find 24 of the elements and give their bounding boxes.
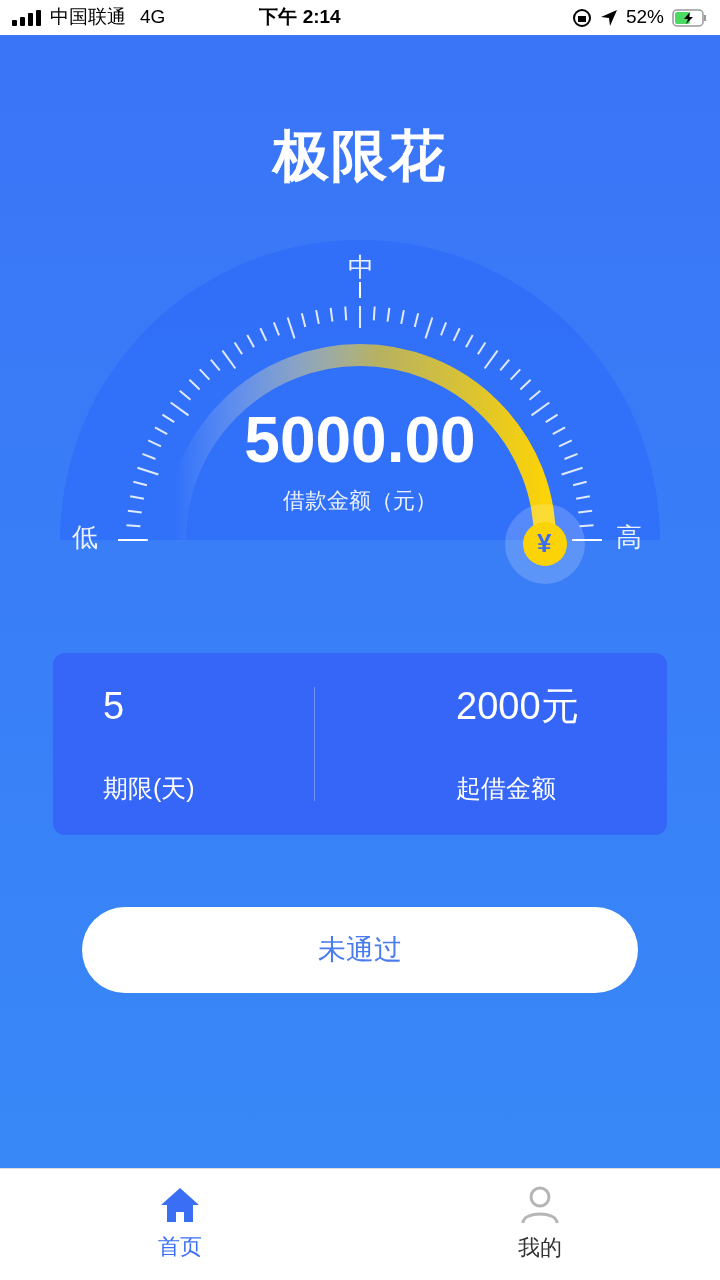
- knob-symbol: ¥: [537, 530, 552, 556]
- info-label: 期限(天): [103, 776, 196, 801]
- info-value: 2000元: [456, 687, 580, 725]
- low-label: 低: [72, 524, 98, 550]
- tab-item[interactable]: 首页: [0, 1169, 360, 1280]
- app-title: 极限花: [273, 128, 447, 184]
- signal-icon: [12, 9, 42, 26]
- network-type: 4G: [140, 5, 166, 30]
- person-icon: [520, 1185, 560, 1225]
- battery-percent: 52%: [625, 5, 664, 30]
- carrier-name: 中国联通: [50, 5, 126, 30]
- loan-amount: 5000.00: [244, 408, 476, 472]
- mid-label: 中: [348, 254, 374, 280]
- clock: 下午 2:14: [259, 5, 341, 30]
- rotation-lock-icon: [571, 7, 592, 28]
- home-icon: [159, 1186, 201, 1224]
- high-label: 高: [616, 524, 642, 550]
- info-value: 5: [103, 687, 126, 725]
- location-icon: [599, 8, 618, 27]
- gauge-knob[interactable]: [523, 522, 567, 566]
- amount-label: 借款金额（元）: [283, 490, 437, 512]
- battery-icon: [672, 8, 708, 27]
- tab-item[interactable]: 我的: [360, 1169, 720, 1280]
- info-label: 起借金额: [456, 776, 557, 801]
